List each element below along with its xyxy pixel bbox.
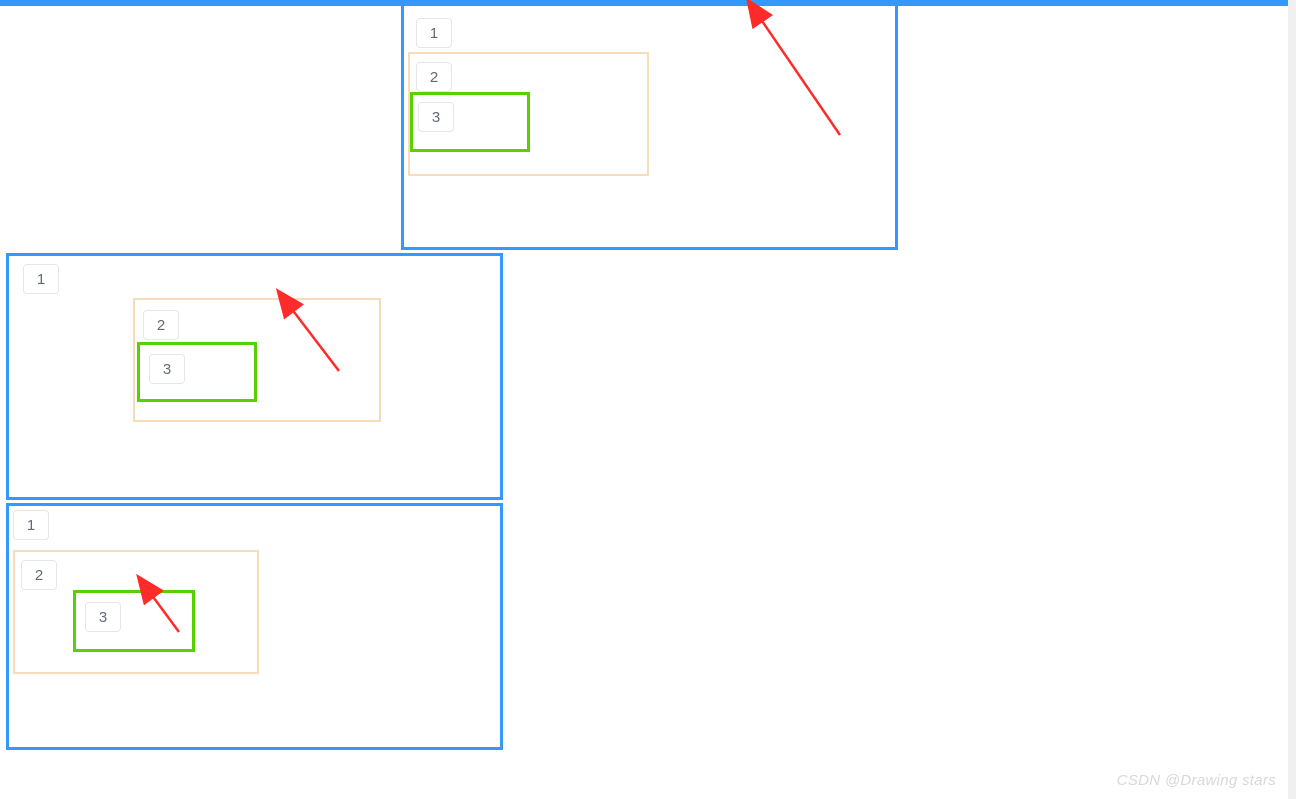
num-tag-3: 3 xyxy=(85,602,121,632)
num-tag-2: 2 xyxy=(416,62,452,92)
blue-box-c: 1 2 3 xyxy=(6,503,503,750)
watermark: CSDN @Drawing stars xyxy=(1117,772,1276,789)
arrow-b xyxy=(279,296,369,386)
num-tag-1: 1 xyxy=(13,510,49,540)
right-gutter xyxy=(1288,0,1296,799)
arrow-c xyxy=(139,584,199,644)
num-tag-1: 1 xyxy=(416,18,452,48)
num-tag-2: 2 xyxy=(143,310,179,340)
num-tag-1: 1 xyxy=(23,264,59,294)
blue-box-b: 1 2 3 xyxy=(6,253,503,500)
num-tag-3: 3 xyxy=(418,102,454,132)
num-tag-2: 2 xyxy=(21,560,57,590)
num-tag-3: 3 xyxy=(149,354,185,384)
arrow-a xyxy=(740,0,940,160)
